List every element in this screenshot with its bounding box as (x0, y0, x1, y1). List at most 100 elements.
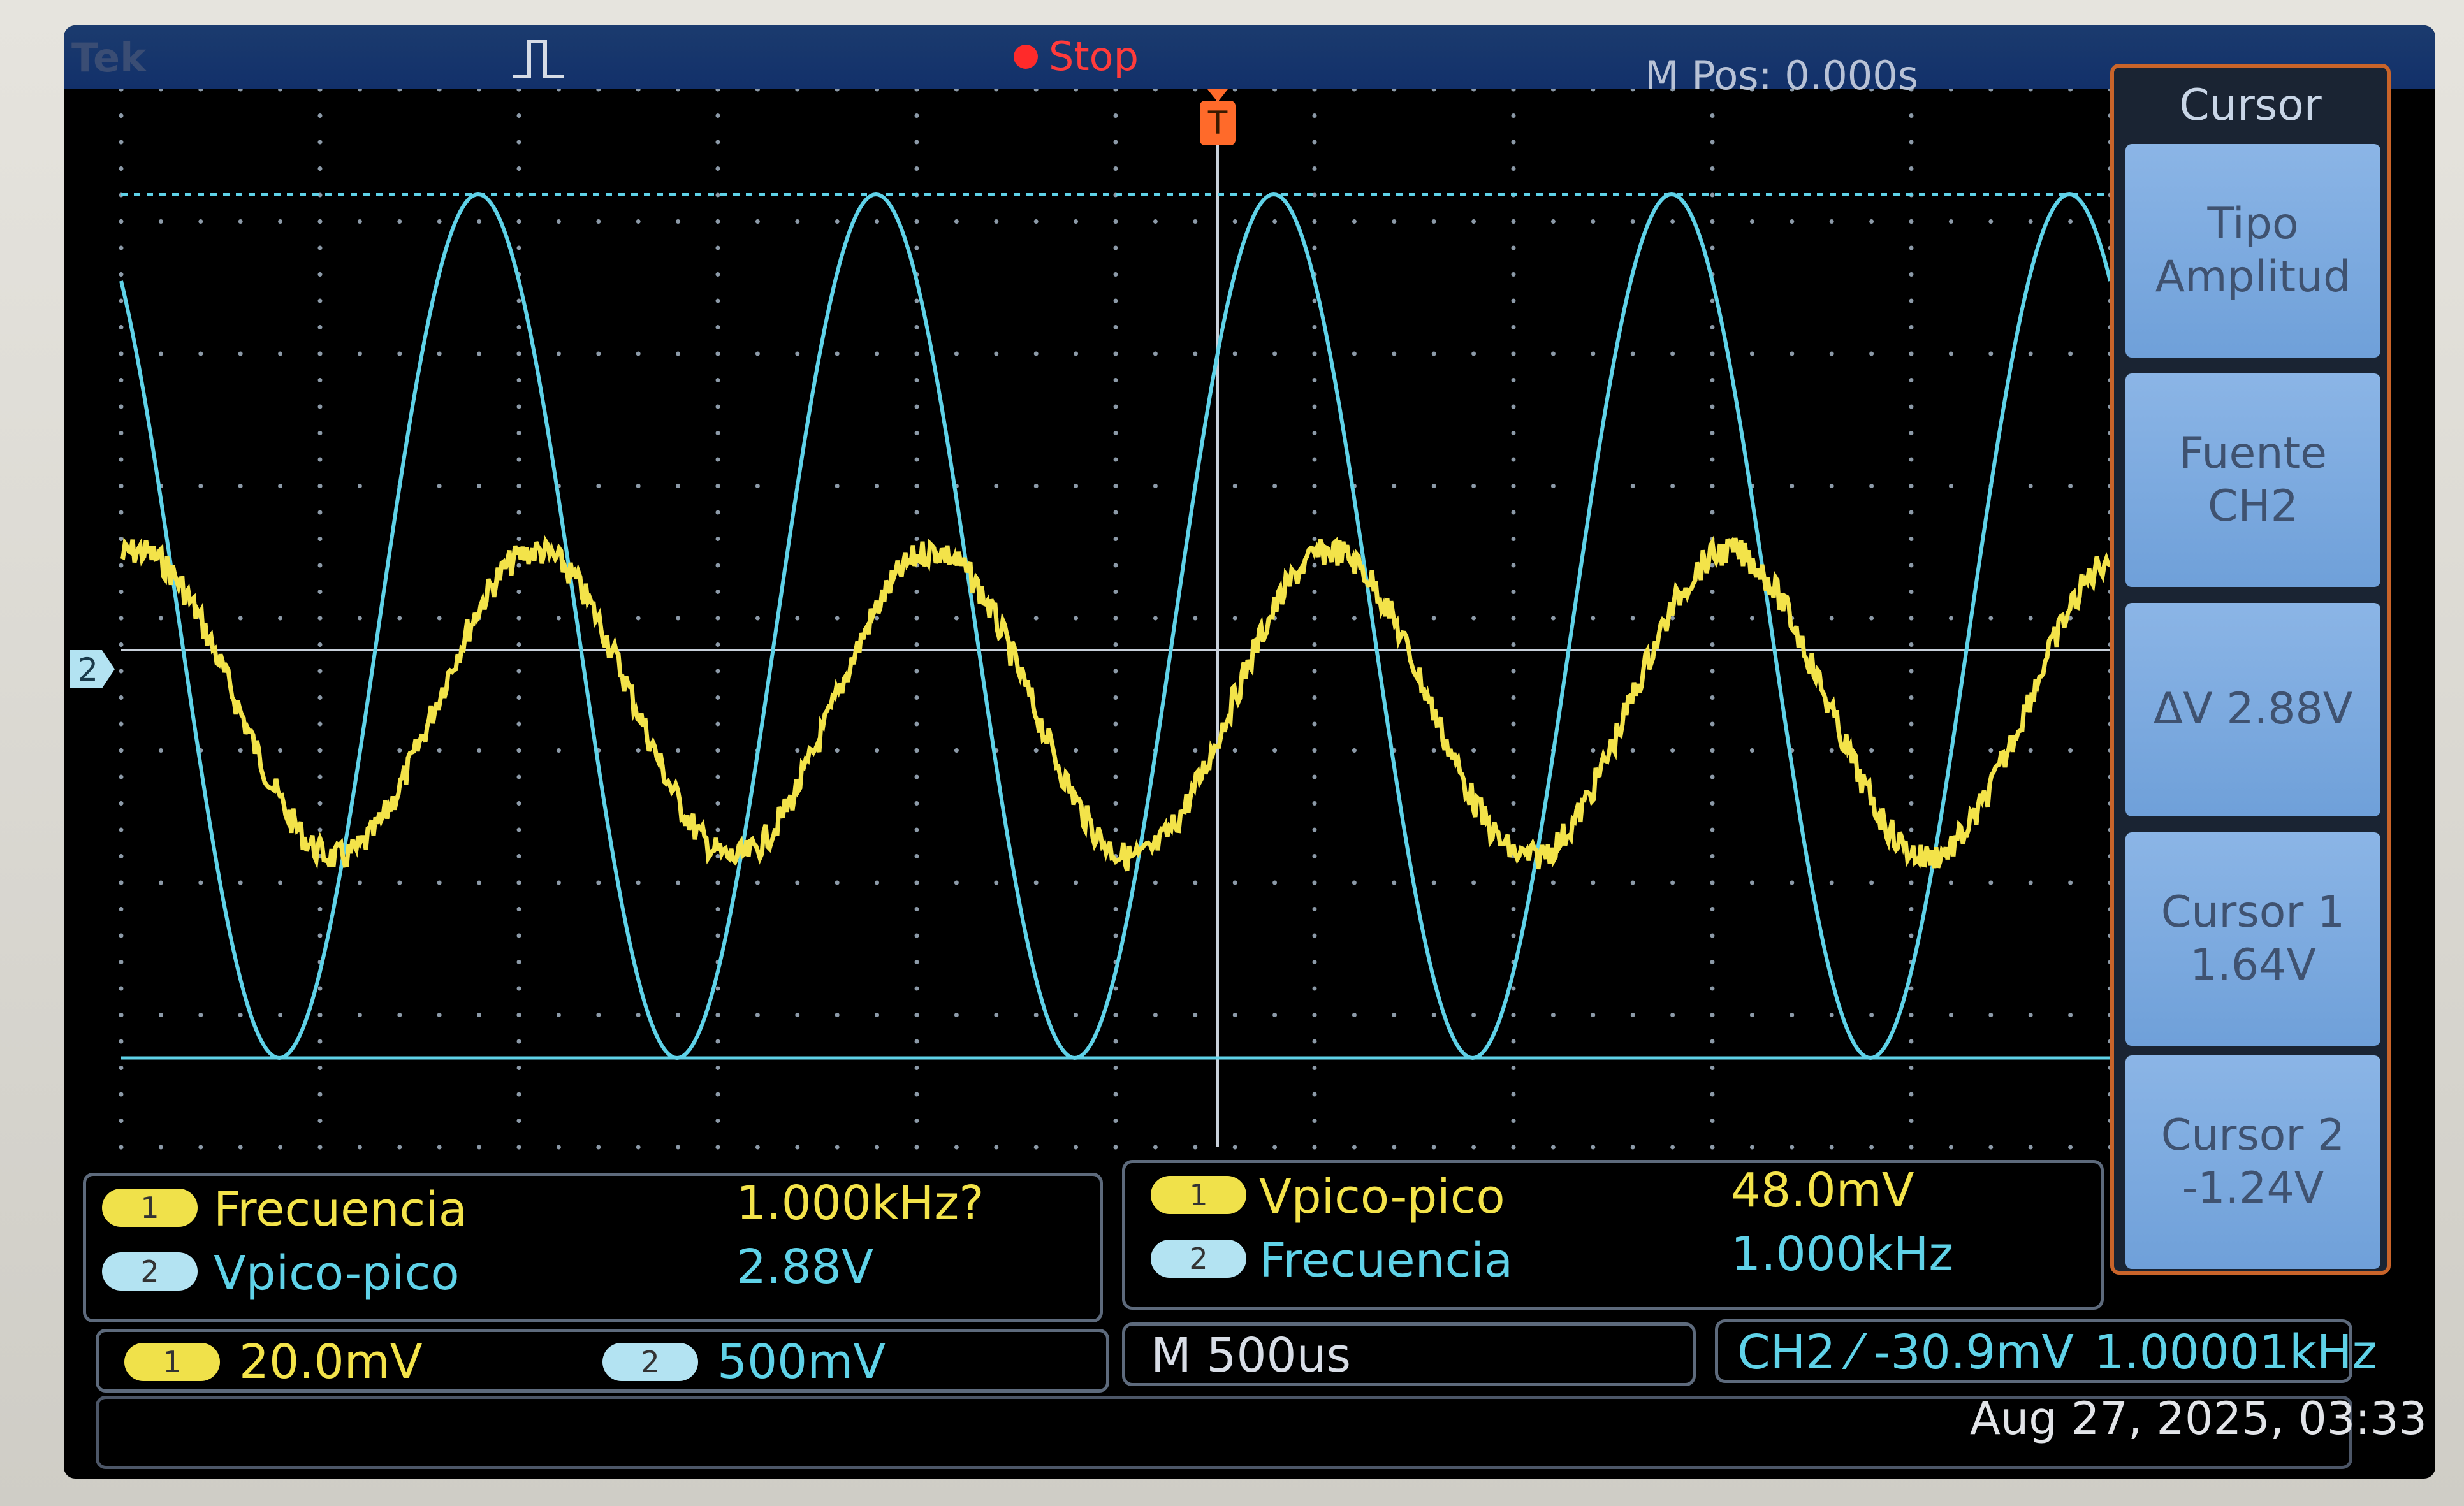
grid-dot (875, 748, 880, 753)
grid-dot (1909, 669, 1914, 674)
grid-dot (676, 616, 681, 621)
grid-dot (1193, 1145, 1198, 1150)
grid-dot (1710, 298, 1715, 303)
grid-dot (914, 933, 919, 938)
grid-dot (1710, 960, 1715, 964)
grid-dot (1312, 695, 1317, 700)
grid-dot (1829, 1013, 1834, 1017)
grid-dot (516, 1013, 521, 1017)
ch1-scale[interactable]: 20.0mV (239, 1335, 422, 1389)
grid-dot (1033, 880, 1039, 885)
grid-dot (1113, 774, 1118, 779)
grid-dot (1272, 748, 1278, 753)
grid-dot (119, 404, 124, 409)
grid-dot (317, 378, 323, 382)
grid-dot (437, 880, 442, 885)
grid-dot (1869, 484, 1874, 488)
grid-dot (835, 1145, 840, 1150)
grid-dot (795, 880, 800, 885)
grid-dot (715, 140, 720, 145)
grid-dot (1113, 801, 1118, 806)
grid-dot (1630, 616, 1635, 621)
cursor-2-button[interactable]: Cursor 2 -1.24V (2125, 1055, 2380, 1269)
grid-dot (119, 431, 124, 435)
grid-dot (317, 431, 323, 435)
grid-dot (357, 484, 362, 488)
grid-dot (1909, 827, 1914, 832)
grid-dot (994, 484, 999, 488)
delta-v-button[interactable]: ΔV 2.88V (2125, 603, 2380, 816)
grid-dot (755, 1145, 760, 1150)
cursor-source-button[interactable]: Fuente CH2 (2125, 373, 2380, 587)
grid-dot (1431, 748, 1436, 753)
grid-dot (914, 219, 919, 224)
grid-dot (1749, 219, 1754, 224)
grid-dot (755, 1013, 760, 1017)
grid-dot (317, 748, 323, 753)
grid-dot (914, 669, 919, 674)
grid-dot (477, 1145, 482, 1150)
grid-dot (119, 140, 124, 145)
grid-dot (317, 907, 323, 911)
grid-dot (317, 801, 323, 806)
grid-dot (914, 140, 919, 145)
stop-indicator-icon (1014, 45, 1038, 69)
grid-dot (914, 484, 919, 488)
grid-dot (1312, 378, 1317, 382)
timebase-scale[interactable]: M 500us (1151, 1328, 1351, 1383)
grid-dot (238, 1013, 243, 1017)
grid-dot (676, 484, 681, 488)
grid-dot (1710, 1013, 1715, 1017)
grid-dot (1511, 298, 1516, 303)
grid-dot (1074, 1013, 1079, 1017)
grid-dot (1790, 484, 1795, 488)
grid-dot (914, 1092, 919, 1097)
grid-dot (914, 801, 919, 806)
grid-dot (914, 986, 919, 991)
grid-dot (397, 748, 402, 753)
cursor-type-button[interactable]: Tipo Amplitud (2125, 144, 2380, 358)
grid-dot (2068, 880, 2073, 885)
grid-dot (1511, 431, 1516, 435)
grid-dot (1312, 219, 1317, 224)
grid-dot (1909, 484, 1914, 488)
cursor-1-button[interactable]: Cursor 1 1.64V (2125, 832, 2380, 1046)
grid-dot (1074, 1145, 1079, 1150)
grid-dot (1710, 986, 1715, 991)
grid-dot (1948, 880, 1953, 885)
grid-dot (914, 748, 919, 753)
grid-dot (1869, 1145, 1874, 1150)
grid-dot (1113, 219, 1118, 224)
grid-dot (1113, 537, 1118, 541)
grid-dot (1550, 616, 1556, 621)
grid-dot (556, 219, 561, 224)
grid-dot (278, 484, 283, 488)
grid-dot (1909, 1066, 1914, 1070)
grid-dot (715, 219, 720, 224)
grid-dot (1471, 484, 1476, 488)
button-line: Fuente (2179, 428, 2327, 479)
trigger-edge-icon (513, 40, 564, 78)
grid-dot (715, 113, 720, 118)
trigger-setting[interactable]: CH2 ⁄ -30.9mV (1737, 1325, 2074, 1380)
grid-dot (1232, 1145, 1237, 1150)
ch1-badge: 1 (1151, 1176, 1246, 1214)
grid-dot (755, 219, 760, 224)
grid-dot (795, 748, 800, 753)
grid-dot (556, 1145, 561, 1150)
grid-dot (1591, 748, 1596, 753)
grid-dot (715, 695, 720, 700)
grid-dot (1790, 1013, 1795, 1017)
grid-dot (1113, 1119, 1118, 1123)
grid-dot (1670, 748, 1675, 753)
grid-dot (715, 933, 720, 938)
ch2-scale[interactable]: 500mV (717, 1335, 886, 1389)
grid-dot (1869, 880, 1874, 885)
grid-dot (1352, 748, 1357, 753)
grid-dot (1710, 801, 1715, 806)
grid-dot (835, 616, 840, 621)
grid-dot (357, 1013, 362, 1017)
grid-dot (1193, 748, 1198, 753)
grid-dot (317, 113, 323, 118)
grid-dot (835, 219, 840, 224)
